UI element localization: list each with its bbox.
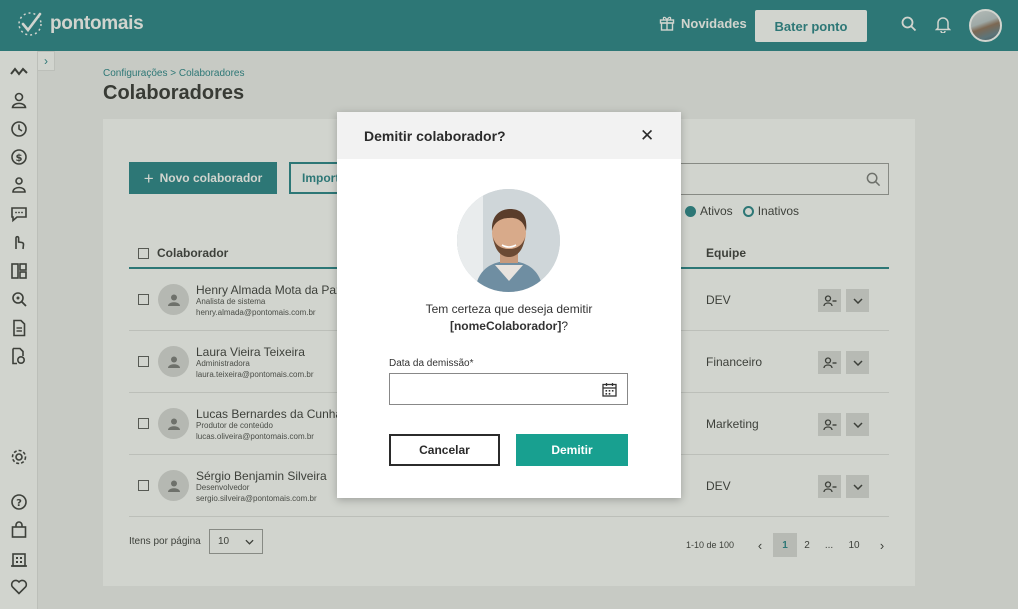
collaborator-portrait-icon (457, 189, 560, 292)
collaborator-name-placeholder: [nomeColaborador] (449, 319, 562, 333)
calendar-icon[interactable] (602, 382, 617, 397)
question-mark: ? (561, 319, 569, 333)
dismissal-date-label: Data da demissão* (389, 358, 474, 369)
dismiss-modal: Demitir colaborador? ✕ Tem certeza que d… (337, 112, 681, 498)
collaborator-photo (457, 189, 560, 292)
modal-title: Demitir colaborador? (364, 128, 506, 144)
modal-question-name: [nomeColaborador]? (337, 319, 681, 333)
cancel-button[interactable]: Cancelar (389, 434, 500, 466)
dismissal-date-input[interactable] (389, 373, 628, 405)
close-icon[interactable]: ✕ (640, 126, 654, 146)
modal-question: Tem certeza que deseja demitir (425, 302, 593, 316)
confirm-dismiss-button[interactable]: Demitir (516, 434, 628, 466)
